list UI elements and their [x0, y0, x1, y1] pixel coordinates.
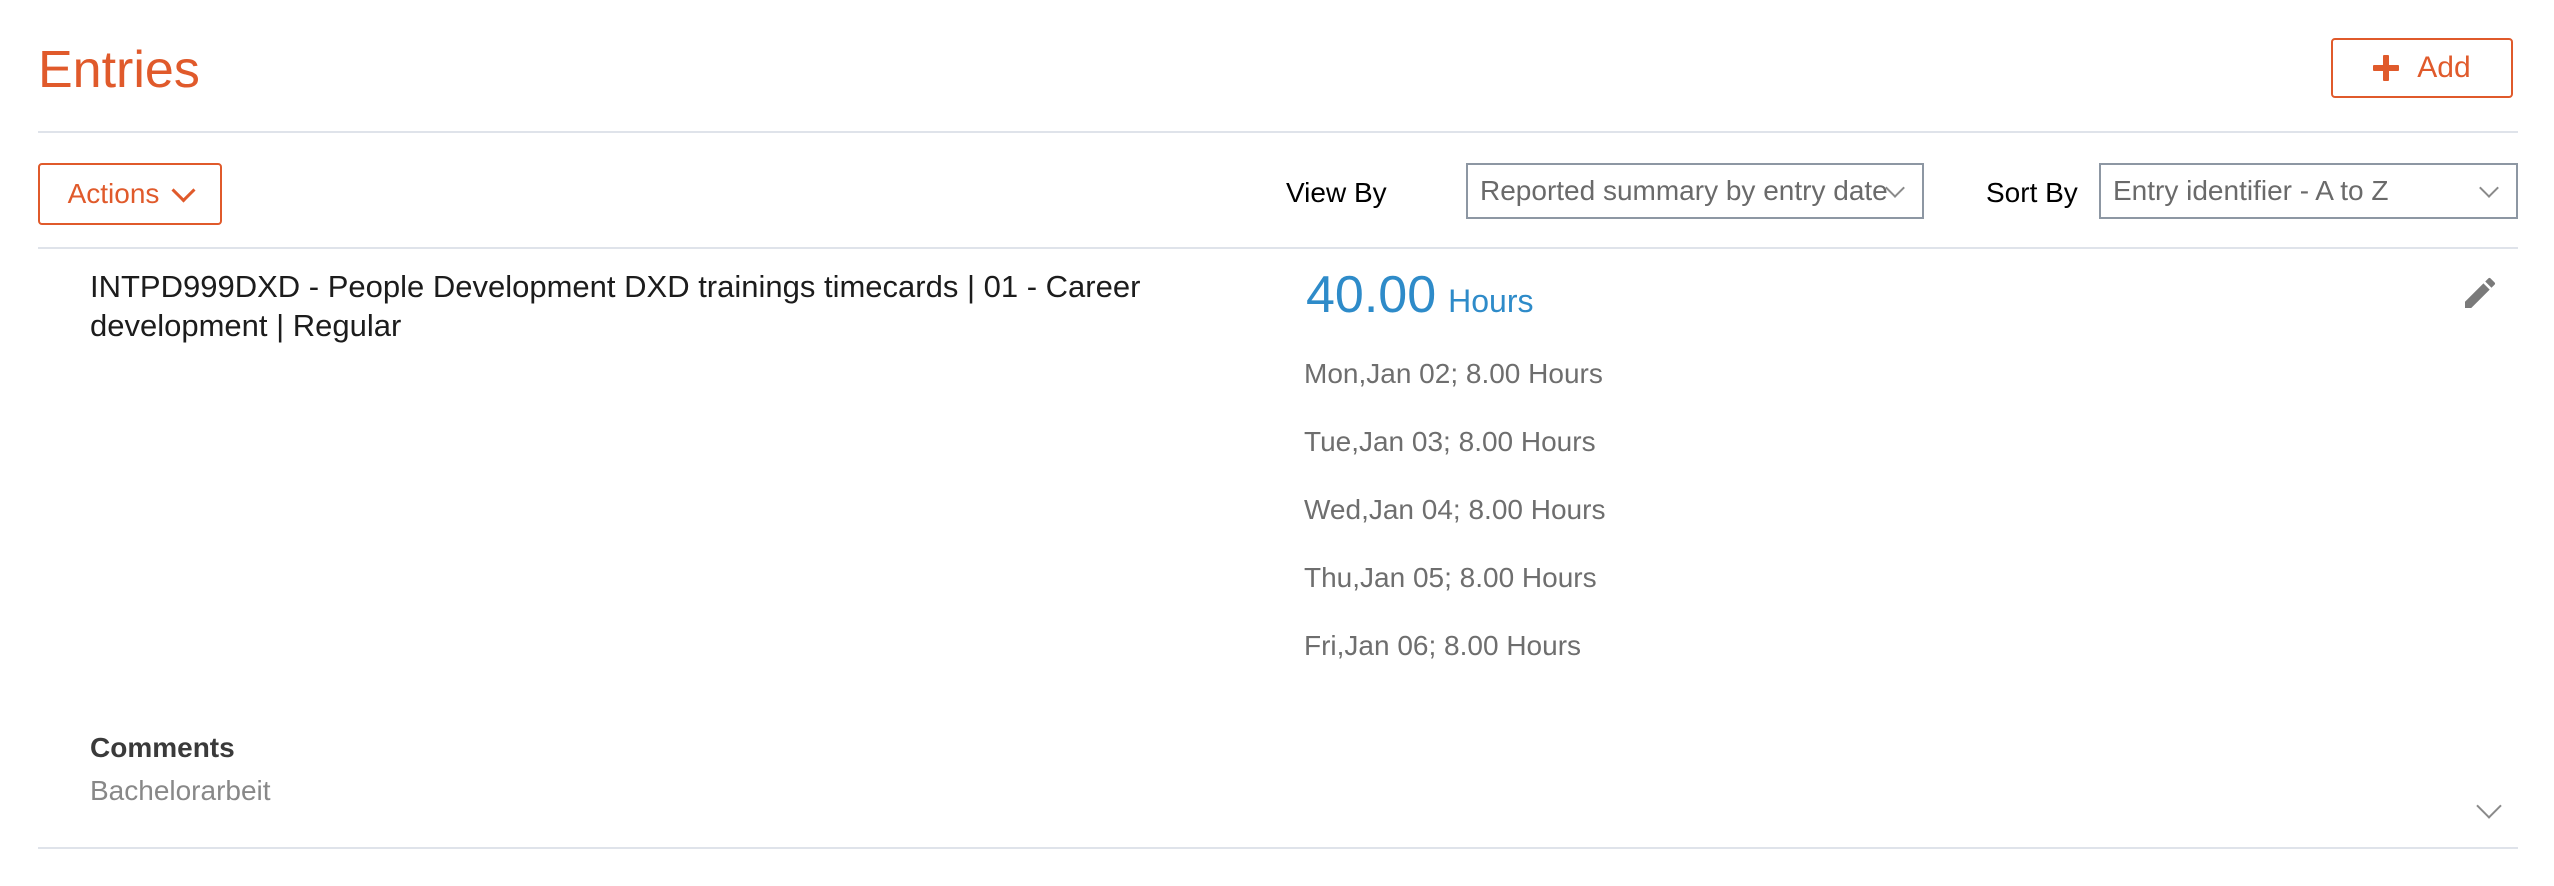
entry-title: INTPD999DXD - People Development DXD tra…: [90, 269, 1141, 343]
actions-button-label: Actions: [67, 178, 160, 209]
comments-value: Bachelorarbeit: [90, 775, 271, 806]
daily-hours-item: Mon,Jan 02; 8.00 Hours: [1304, 358, 1603, 389]
sort-by-value: Entry identifier - A to Z: [2113, 175, 2389, 206]
daily-hours-item: Tue,Jan 03; 8.00 Hours: [1304, 426, 1596, 457]
view-by-label: View By: [1286, 177, 1387, 208]
view-by-select[interactable]: Reported summary by entry date: [1466, 163, 1924, 219]
pencil-icon[interactable]: [2460, 273, 2500, 313]
comments-label: Comments: [90, 732, 235, 763]
time-entry-card: INTPD999DXD - People Development DXD tra…: [38, 247, 2518, 849]
chevron-down-icon: [2479, 178, 2499, 198]
entries-toolbar: Actions View By Reported summary by entr…: [38, 131, 2518, 249]
view-by-value: Reported summary by entry date: [1480, 175, 1888, 206]
actions-menu-button[interactable]: Actions: [38, 163, 222, 225]
daily-hours-item: Fri,Jan 06; 8.00 Hours: [1304, 630, 1582, 661]
sort-by-label: Sort By: [1986, 177, 2078, 208]
sort-by-select[interactable]: Entry identifier - A to Z: [2099, 163, 2518, 219]
total-hours-unit: Hours: [1448, 283, 1534, 319]
add-entry-button[interactable]: Add: [2331, 38, 2513, 98]
chevron-down-icon: [1885, 178, 1905, 198]
chevron-down-icon: [171, 177, 196, 203]
daily-hours-item: Wed,Jan 04; 8.00 Hours: [1304, 494, 1606, 525]
daily-hours-list: Mon,Jan 02; 8.00 Hours Tue,Jan 03; 8.00 …: [1304, 359, 1605, 699]
page-title: Entries: [38, 41, 200, 99]
daily-hours-item: Thu,Jan 05; 8.00 Hours: [1304, 562, 1597, 593]
chevron-down-icon[interactable]: [2476, 793, 2502, 819]
add-button-label: Add: [2417, 51, 2471, 84]
entries-header: Entries Add: [38, 0, 2518, 133]
entry-total-hours: 40.00 Hours: [1306, 265, 1534, 325]
plus-icon: [2373, 55, 2400, 81]
total-hours-value: 40.00: [1306, 266, 1437, 324]
time-entries-page: Entries Add Actions View By Reported sum…: [0, 0, 2554, 886]
